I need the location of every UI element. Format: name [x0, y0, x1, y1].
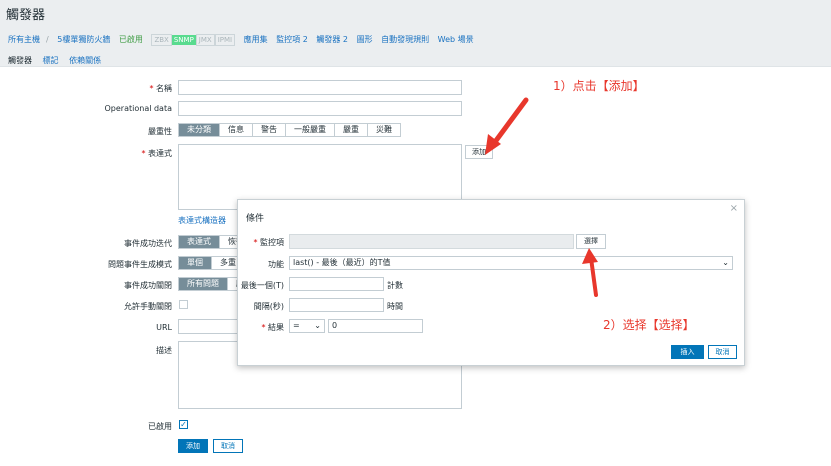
annotation-arrows — [485, 97, 598, 297]
arrow-to-select-button — [582, 248, 598, 297]
arrow-to-add-button — [485, 97, 529, 155]
